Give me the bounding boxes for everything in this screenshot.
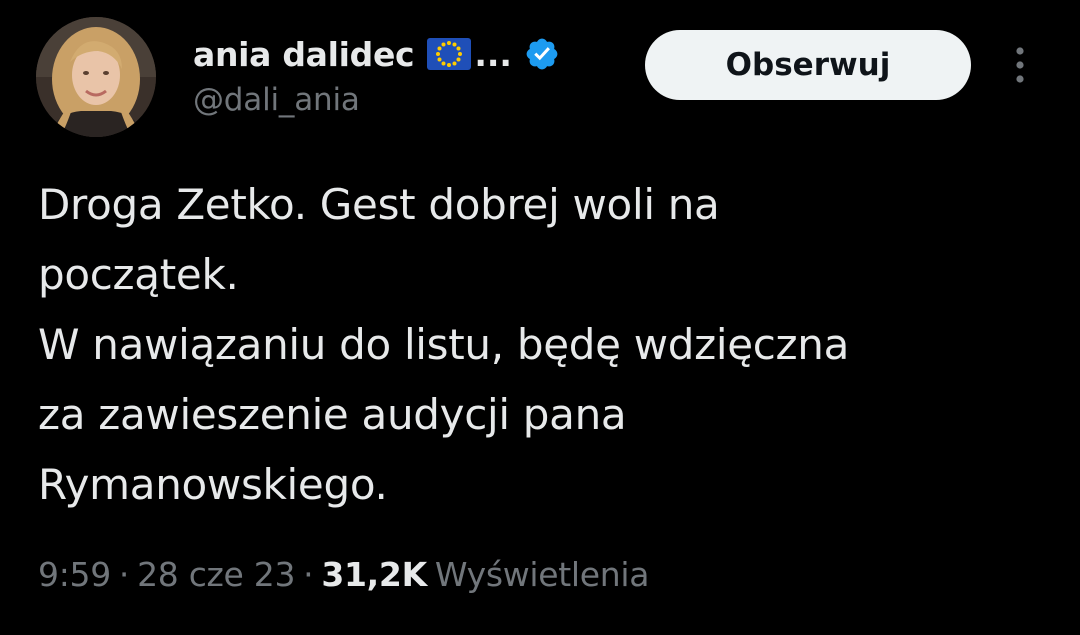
tweet-text-line: początek. bbox=[38, 250, 239, 299]
more-vertical-icon bbox=[1016, 47, 1024, 83]
author-info: ania dalidec ... @dali_ania bbox=[193, 30, 633, 118]
tweet: ania dalidec ... @dali_ania Obserwuj Dro… bbox=[0, 0, 1080, 635]
tweet-text-line: Rymanowskiego. bbox=[38, 460, 388, 509]
tweet-time[interactable]: 9:59 bbox=[38, 555, 111, 594]
tweet-metadata: 9:59 · 28 cze 23 · 31,2K Wyświetlenia bbox=[38, 555, 650, 594]
tweet-text-line: W nawiązaniu do listu, będę wdzięczna bbox=[38, 320, 850, 369]
display-name[interactable]: ania dalidec bbox=[193, 35, 415, 74]
tweet-text: Droga Zetko. Gest dobrej woli na począte… bbox=[38, 170, 1048, 520]
name-row: ania dalidec ... bbox=[193, 30, 633, 78]
tweet-text-line: za zawieszenie audycji pana bbox=[38, 390, 627, 439]
tweet-date[interactable]: 28 cze 23 bbox=[137, 555, 295, 594]
verified-badge-icon[interactable] bbox=[524, 36, 560, 72]
avatar-photo bbox=[36, 17, 156, 137]
meta-separator: · bbox=[303, 555, 314, 594]
user-handle[interactable]: @dali_ania bbox=[193, 82, 633, 118]
meta-separator: · bbox=[118, 555, 130, 594]
views-label: Wyświetlenia bbox=[434, 555, 650, 594]
eu-flag-icon bbox=[426, 37, 472, 71]
views-count[interactable]: 31,2K bbox=[321, 555, 427, 594]
tweet-text-line: Droga Zetko. Gest dobrej woli na bbox=[38, 180, 720, 229]
more-options-button[interactable] bbox=[1000, 40, 1040, 90]
name-truncation: ... bbox=[474, 34, 512, 74]
avatar[interactable] bbox=[36, 17, 156, 137]
follow-button[interactable]: Obserwuj bbox=[645, 30, 971, 100]
